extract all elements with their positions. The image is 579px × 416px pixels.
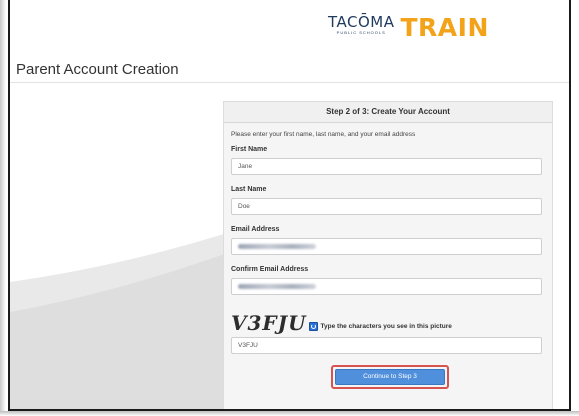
step-title: Step 2 of 3: Create Your Account — [224, 102, 552, 123]
logo-tacoma-text: TACŌMA — [328, 13, 395, 31]
confirm-email-label: Confirm Email Address — [231, 266, 309, 273]
window-shadow-bottom — [0, 411, 579, 416]
captcha-input[interactable] — [231, 337, 542, 354]
site-header: TACŌMA PUBLIC SCHOOLS · · · · · · · · TR… — [10, 0, 569, 83]
tacoma-public-schools-logo: TACŌMA PUBLIC SCHOOLS · · · · · · · · — [328, 14, 394, 40]
logo-tagline-text: · · · · · · · · — [354, 36, 369, 40]
captcha-row: V3FJU Type the characters you see in thi… — [231, 312, 452, 334]
captcha-image: V3FJU — [231, 311, 307, 335]
form-instructions: Please enter your first name, last name,… — [231, 131, 416, 138]
account-form-panel: Step 2 of 3: Create Your Account Please … — [223, 101, 553, 409]
decorative-swoosh — [10, 232, 230, 409]
page-title: Parent Account Creation — [16, 61, 179, 78]
first-name-label: First Name — [231, 146, 268, 153]
first-name-input[interactable] — [231, 158, 542, 175]
last-name-label: Last Name — [231, 186, 267, 193]
last-name-input[interactable] — [231, 198, 542, 215]
confirm-email-input[interactable] — [231, 278, 542, 295]
email-label: Email Address — [231, 226, 280, 233]
confirm-email-value-redacted — [238, 284, 316, 289]
email-value-redacted — [238, 244, 316, 249]
tacoma-train-logo[interactable]: TACŌMA PUBLIC SCHOOLS · · · · · · · · TR… — [328, 14, 489, 54]
window-shadow-left — [0, 0, 6, 416]
continue-button[interactable]: Continue to Step 3 — [335, 369, 445, 385]
refresh-icon[interactable] — [308, 321, 318, 331]
browser-frame: TACŌMA PUBLIC SCHOOLS · · · · · · · · TR… — [8, 0, 571, 411]
email-input[interactable] — [231, 238, 542, 255]
logo-train-text: TRAIN — [400, 13, 489, 42]
captcha-label: Type the characters you see in this pict… — [320, 322, 452, 330]
